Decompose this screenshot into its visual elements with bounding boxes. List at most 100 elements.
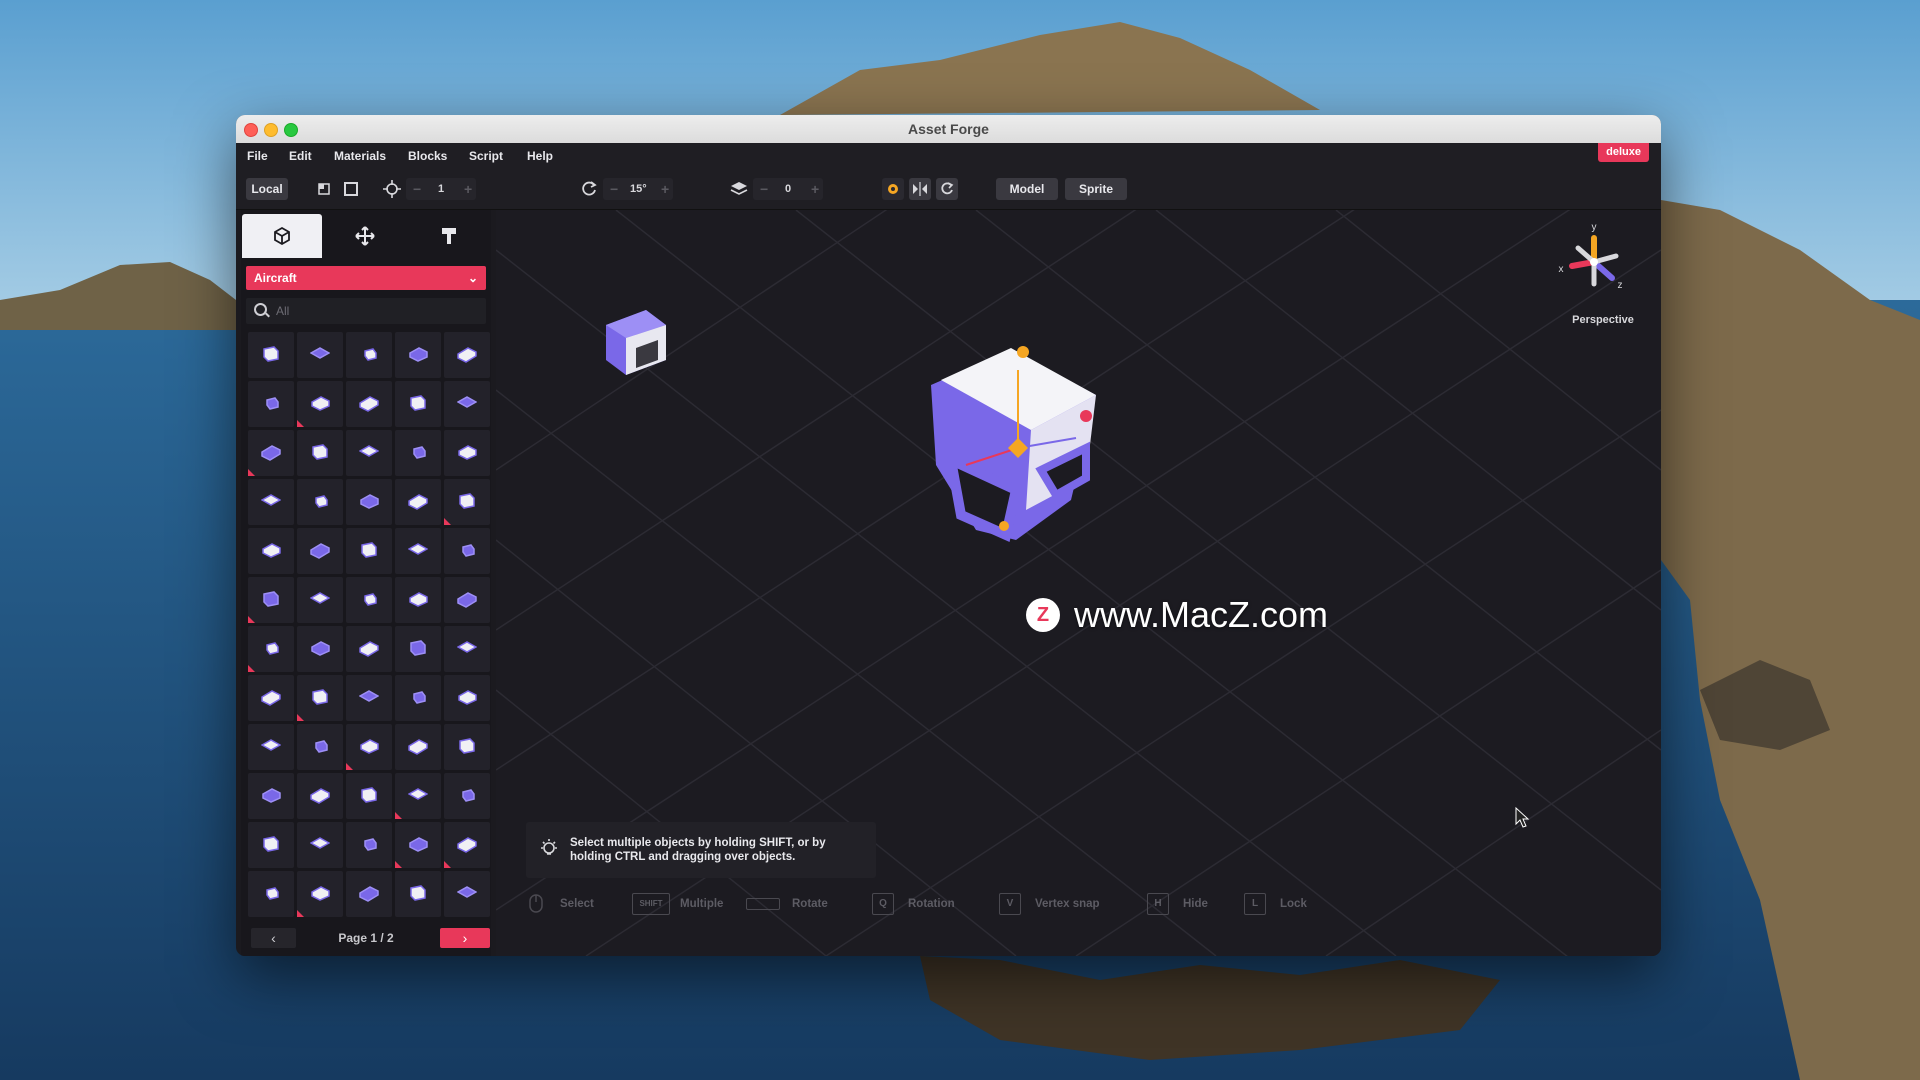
block-thumbnail[interactable] xyxy=(395,479,441,525)
block-thumbnail[interactable] xyxy=(395,577,441,623)
tab-paint[interactable] xyxy=(409,214,489,258)
small-block-model[interactable] xyxy=(606,310,666,375)
snap-grid-icon[interactable] xyxy=(313,178,335,200)
block-thumbnail[interactable] xyxy=(297,381,343,427)
block-thumbnail[interactable] xyxy=(248,871,294,917)
rotate-step-increment[interactable]: + xyxy=(661,178,669,200)
block-thumbnail[interactable] xyxy=(444,675,490,721)
block-thumbnail[interactable] xyxy=(297,430,343,476)
layer-decrement[interactable]: − xyxy=(760,178,768,200)
bounding-box-icon[interactable] xyxy=(340,178,362,200)
block-thumbnail[interactable] xyxy=(297,332,343,378)
block-thumbnail[interactable] xyxy=(297,479,343,525)
block-thumbnail[interactable] xyxy=(395,675,441,721)
menu-edit[interactable]: Edit xyxy=(289,143,312,169)
rotate-icon[interactable] xyxy=(578,178,600,200)
menu-file[interactable]: File xyxy=(247,143,268,169)
model-button[interactable]: Model xyxy=(996,178,1058,200)
block-thumbnail[interactable] xyxy=(297,822,343,868)
block-thumbnail[interactable] xyxy=(346,430,392,476)
menu-blocks[interactable]: Blocks xyxy=(408,143,447,169)
block-thumbnail[interactable] xyxy=(297,724,343,770)
move-step-increment[interactable]: + xyxy=(464,178,472,200)
mirror-icon[interactable] xyxy=(909,178,931,200)
block-search-input[interactable]: All xyxy=(246,298,486,324)
block-thumbnail[interactable] xyxy=(444,479,490,525)
block-thumbnail[interactable] xyxy=(444,381,490,427)
block-thumbnail[interactable] xyxy=(444,577,490,623)
sprite-button[interactable]: Sprite xyxy=(1065,178,1127,200)
block-thumbnail[interactable] xyxy=(346,724,392,770)
block-thumbnail[interactable] xyxy=(346,822,392,868)
rotate-step-decrement[interactable]: − xyxy=(610,178,618,200)
block-thumbnail[interactable] xyxy=(248,381,294,427)
block-thumbnail[interactable] xyxy=(444,773,490,819)
block-thumbnail[interactable] xyxy=(444,724,490,770)
3d-viewport[interactable]: y x z Perspective www.MacZ.com Select mu… xyxy=(496,210,1661,956)
move-icon[interactable] xyxy=(381,178,403,200)
block-thumbnail[interactable] xyxy=(395,332,441,378)
block-thumbnail[interactable] xyxy=(248,773,294,819)
block-thumbnail[interactable] xyxy=(248,332,294,378)
block-thumbnail[interactable] xyxy=(395,724,441,770)
block-thumbnail[interactable] xyxy=(395,528,441,574)
search-placeholder: All xyxy=(276,304,290,318)
block-thumbnail[interactable] xyxy=(297,528,343,574)
block-thumbnail[interactable] xyxy=(248,479,294,525)
block-thumbnail[interactable] xyxy=(395,626,441,672)
menu-script[interactable]: Script xyxy=(469,143,503,169)
orientation-gizmo[interactable]: y x z xyxy=(1559,222,1623,291)
block-thumbnail[interactable] xyxy=(248,577,294,623)
tab-transform[interactable] xyxy=(325,214,405,258)
deluxe-badge[interactable]: deluxe xyxy=(1598,143,1649,162)
block-thumbnail[interactable] xyxy=(248,675,294,721)
layer-increment[interactable]: + xyxy=(811,178,819,200)
view-mode-label[interactable]: Perspective xyxy=(1553,314,1653,326)
local-space-button[interactable]: Local xyxy=(246,178,288,200)
block-thumbnail[interactable] xyxy=(444,332,490,378)
move-step-stepper[interactable]: − 1 + xyxy=(406,178,476,200)
block-thumbnail[interactable] xyxy=(248,724,294,770)
block-thumbnail[interactable] xyxy=(444,822,490,868)
block-thumbnail[interactable] xyxy=(346,773,392,819)
color-picker-icon[interactable] xyxy=(882,178,904,200)
reset-icon[interactable] xyxy=(936,178,958,200)
block-thumbnail[interactable] xyxy=(297,773,343,819)
block-thumbnail[interactable] xyxy=(346,675,392,721)
block-thumbnail[interactable] xyxy=(444,626,490,672)
block-thumbnail[interactable] xyxy=(297,577,343,623)
block-thumbnail[interactable] xyxy=(346,332,392,378)
block-thumbnail[interactable] xyxy=(248,528,294,574)
block-thumbnail[interactable] xyxy=(346,577,392,623)
block-thumbnail[interactable] xyxy=(395,822,441,868)
previous-page-button[interactable]: ‹ xyxy=(251,928,296,948)
category-dropdown[interactable]: Aircraft ⌄ xyxy=(246,266,486,290)
menu-help[interactable]: Help xyxy=(527,143,553,169)
block-thumbnail[interactable] xyxy=(444,528,490,574)
block-thumbnail[interactable] xyxy=(297,871,343,917)
block-thumbnail[interactable] xyxy=(346,871,392,917)
block-thumbnail[interactable] xyxy=(395,430,441,476)
tab-blocks[interactable] xyxy=(242,214,322,258)
menu-materials[interactable]: Materials xyxy=(334,143,386,169)
block-thumbnail[interactable] xyxy=(444,430,490,476)
block-thumbnail[interactable] xyxy=(248,822,294,868)
block-shape-icon xyxy=(408,543,428,555)
block-thumbnail[interactable] xyxy=(248,430,294,476)
block-thumbnail[interactable] xyxy=(297,675,343,721)
move-step-decrement[interactable]: − xyxy=(413,178,421,200)
block-thumbnail[interactable] xyxy=(248,626,294,672)
block-thumbnail[interactable] xyxy=(346,381,392,427)
rotate-step-stepper[interactable]: − 15° + xyxy=(603,178,673,200)
next-page-button[interactable]: › xyxy=(440,928,490,948)
layer-stepper[interactable]: − 0 + xyxy=(753,178,823,200)
layers-icon[interactable] xyxy=(728,178,750,200)
block-thumbnail[interactable] xyxy=(395,871,441,917)
block-thumbnail[interactable] xyxy=(444,871,490,917)
block-thumbnail[interactable] xyxy=(346,626,392,672)
block-thumbnail[interactable] xyxy=(395,773,441,819)
block-thumbnail[interactable] xyxy=(395,381,441,427)
block-thumbnail[interactable] xyxy=(346,479,392,525)
block-thumbnail[interactable] xyxy=(346,528,392,574)
block-thumbnail[interactable] xyxy=(297,626,343,672)
